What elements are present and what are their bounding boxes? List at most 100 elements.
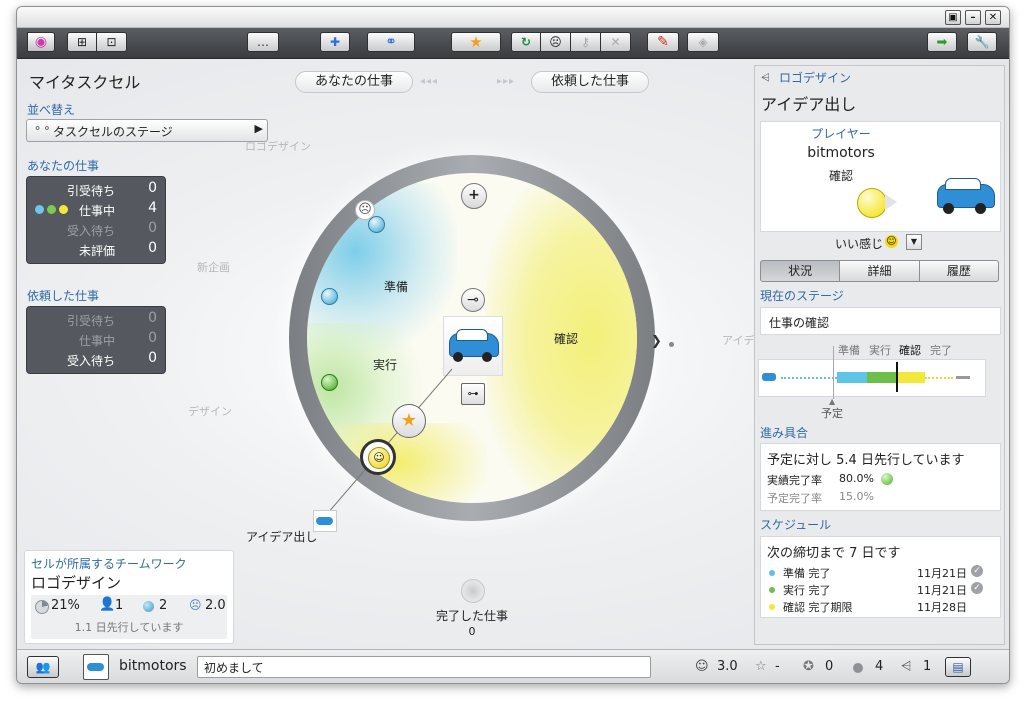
detail-tabs: 状況 詳細 履歴 xyxy=(760,260,999,282)
team-stats: 21% 👤 1 2 ☹ 2.0 1.1 日先行しています xyxy=(31,595,227,639)
schedule-headline: 次の締切まで 7 日です xyxy=(767,546,901,561)
list-item[interactable]: 受入待ち 0 xyxy=(27,350,165,370)
app-window: ▣ – ✕ ◉ ⊞ ⊡ … ✚ ⚭ ★ ↻ ☹ ⚷ ✕ ✎ ◈ ➡ 🔧 マイタス… xyxy=(16,6,1010,684)
restore-button[interactable]: ▣ xyxy=(945,10,961,25)
timeline-prep xyxy=(837,372,867,383)
team-name: ロゴデザイン xyxy=(31,574,122,592)
pointer-icon xyxy=(885,194,897,210)
player-status: 確認 xyxy=(828,169,853,183)
stage-name: 準備 xyxy=(838,344,860,357)
stage-dot-icon xyxy=(769,587,775,593)
happy-face-icon: ☺ xyxy=(885,235,898,248)
chevron-right-icon[interactable]: ❯ xyxy=(651,334,662,349)
refresh-icon[interactable]: ↻ xyxy=(511,32,541,52)
user-avatar[interactable] xyxy=(83,654,109,680)
stamp-icon[interactable]: ◈ xyxy=(687,32,719,52)
tab-history[interactable]: 履歴 xyxy=(919,260,999,282)
grid-icon[interactable]: ⊡ xyxy=(97,32,127,52)
detail-panel: ⩤ ロゴデザイン アイデア出し プレイヤー bitmotors 確認 いい感じ … xyxy=(754,65,1005,645)
list-item[interactable]: 仕事中 4 xyxy=(27,200,165,220)
tab-status[interactable]: 状況 xyxy=(760,260,841,282)
list-item[interactable]: 仕事中 0 xyxy=(27,330,165,350)
list-item[interactable]: 引受待ち 0 xyxy=(27,310,165,330)
layout-group: ⊞ ⊡ xyxy=(67,32,127,52)
done-count: 0 xyxy=(468,625,476,638)
tab-requested-work[interactable]: 依頼した仕事 xyxy=(531,71,649,93)
export-icon[interactable]: ➡ xyxy=(927,32,957,52)
cell-dot-icon xyxy=(853,663,863,673)
link-icon[interactable]: ⚭ xyxy=(367,32,415,52)
cell-actions-group: ↻ ☹ ⚷ ✕ xyxy=(511,32,631,52)
pencil-icon[interactable]: ✎ xyxy=(647,32,679,52)
star-button[interactable]: ★ xyxy=(451,32,501,52)
face-icon[interactable]: ☹ xyxy=(541,32,571,52)
player-name: bitmotors xyxy=(807,145,875,161)
panel-toggle-icon[interactable]: ▤ xyxy=(945,657,971,677)
sort-label: 並べ替え xyxy=(27,103,76,117)
team-card[interactable]: セルが所属するチームワーク ロゴデザイン 21% 👤 1 2 ☹ 2.0 1.1… xyxy=(24,550,234,644)
message-input[interactable]: 初めまして xyxy=(197,656,651,678)
done-target-icon[interactable] xyxy=(461,579,485,603)
player-label: プレイヤー xyxy=(811,127,871,141)
team-members-icon[interactable]: 👥 xyxy=(27,656,59,678)
rating-value: 3.0 xyxy=(717,659,738,674)
badge-icon: ✪ xyxy=(803,659,814,674)
star-icon[interactable]: ★ xyxy=(392,404,426,438)
add-cell-icon[interactable]: ✚ xyxy=(320,32,350,52)
car-wheel xyxy=(482,352,492,362)
progress-card: 予定に対し 5.4 日先行しています 実績完了率 80.0% 予定完了率 15.… xyxy=(760,443,1001,511)
stage-name: 実行 xyxy=(869,344,891,357)
my-work-panel: 引受待ち 0 仕事中 4 受入待ち 0 未評価 0 xyxy=(26,176,166,264)
car-icon xyxy=(316,517,333,525)
feeling-dropdown[interactable]: ▼ xyxy=(906,234,922,250)
current-stage-label: 現在のステージ xyxy=(760,289,844,303)
star-outline-icon: ☆ xyxy=(755,659,767,674)
tab-details[interactable]: 詳細 xyxy=(840,260,920,282)
stage-label-confirm: 確認 xyxy=(554,332,579,346)
schedule-item-label: 実行 完了 xyxy=(783,584,831,597)
key-icon[interactable]: ⊸ xyxy=(461,288,485,312)
stage-sort-icon: ⚬⚬ xyxy=(33,122,52,135)
list-item[interactable]: 受入待ち 0 xyxy=(27,220,165,240)
stage-dot-icon xyxy=(769,570,775,576)
timeline-track xyxy=(781,377,837,379)
team-note: 1.1 日先行しています xyxy=(74,621,184,634)
team-label: セルが所属するチームワーク xyxy=(31,557,187,571)
close-button[interactable]: ✕ xyxy=(985,10,1001,25)
status-orb-icon xyxy=(857,188,887,218)
page-title: マイタスクセル xyxy=(29,73,141,92)
hierarchy-icon[interactable]: ⊞ xyxy=(67,32,97,52)
team-percent: 21% xyxy=(51,598,80,613)
wrench-icon[interactable]: 🔧 xyxy=(967,32,997,52)
minimize-button[interactable]: – xyxy=(965,10,981,25)
key-icon[interactable]: ⚷ xyxy=(571,32,601,52)
list-item[interactable]: 引受待ち 0 xyxy=(27,180,165,200)
toolbar: ◉ ⊞ ⊡ … ✚ ⚭ ★ ↻ ☹ ⚷ ✕ ✎ ◈ ➡ 🔧 xyxy=(17,28,1009,59)
list-item: 実行 完了 11月21日 ✓ xyxy=(761,582,1000,598)
add-stage-button[interactable]: + xyxy=(461,183,487,209)
home-icon[interactable]: ◉ xyxy=(27,32,55,52)
timeline-exec xyxy=(867,372,897,383)
breadcrumb[interactable]: ロゴデザイン xyxy=(779,69,851,86)
check-icon: ✓ xyxy=(971,582,983,594)
connector-line xyxy=(326,368,453,515)
happy-face-icon: ☺ xyxy=(368,447,390,469)
delete-icon[interactable]: ✕ xyxy=(601,32,631,52)
actual-label: 実績完了率 xyxy=(767,474,822,487)
title-bar: ▣ – ✕ xyxy=(17,7,1009,28)
ghost-label: デザイン xyxy=(188,405,232,418)
ghost-label: ロゴデザイン xyxy=(245,140,311,153)
schedule-label: スケジュール xyxy=(760,518,832,532)
chat-icon[interactable]: … xyxy=(247,32,279,52)
progress-label: 進み具合 xyxy=(760,426,809,440)
player-card: プレイヤー bitmotors 確認 xyxy=(760,121,1001,232)
link-icon: ⩤ xyxy=(901,659,912,674)
sort-select[interactable]: ⚬⚬ タスクセルのステージ ▶ xyxy=(26,119,268,142)
list-item[interactable]: 未評価 0 xyxy=(27,240,165,260)
tab-my-work[interactable]: あなたの仕事 xyxy=(295,71,413,93)
selected-task-ring[interactable]: ☺ xyxy=(360,439,396,475)
task-orb-icon[interactable] xyxy=(368,216,385,233)
next-dot-icon xyxy=(669,342,674,347)
task-orb-icon[interactable] xyxy=(321,288,338,305)
progress-orb-icon xyxy=(881,473,893,485)
